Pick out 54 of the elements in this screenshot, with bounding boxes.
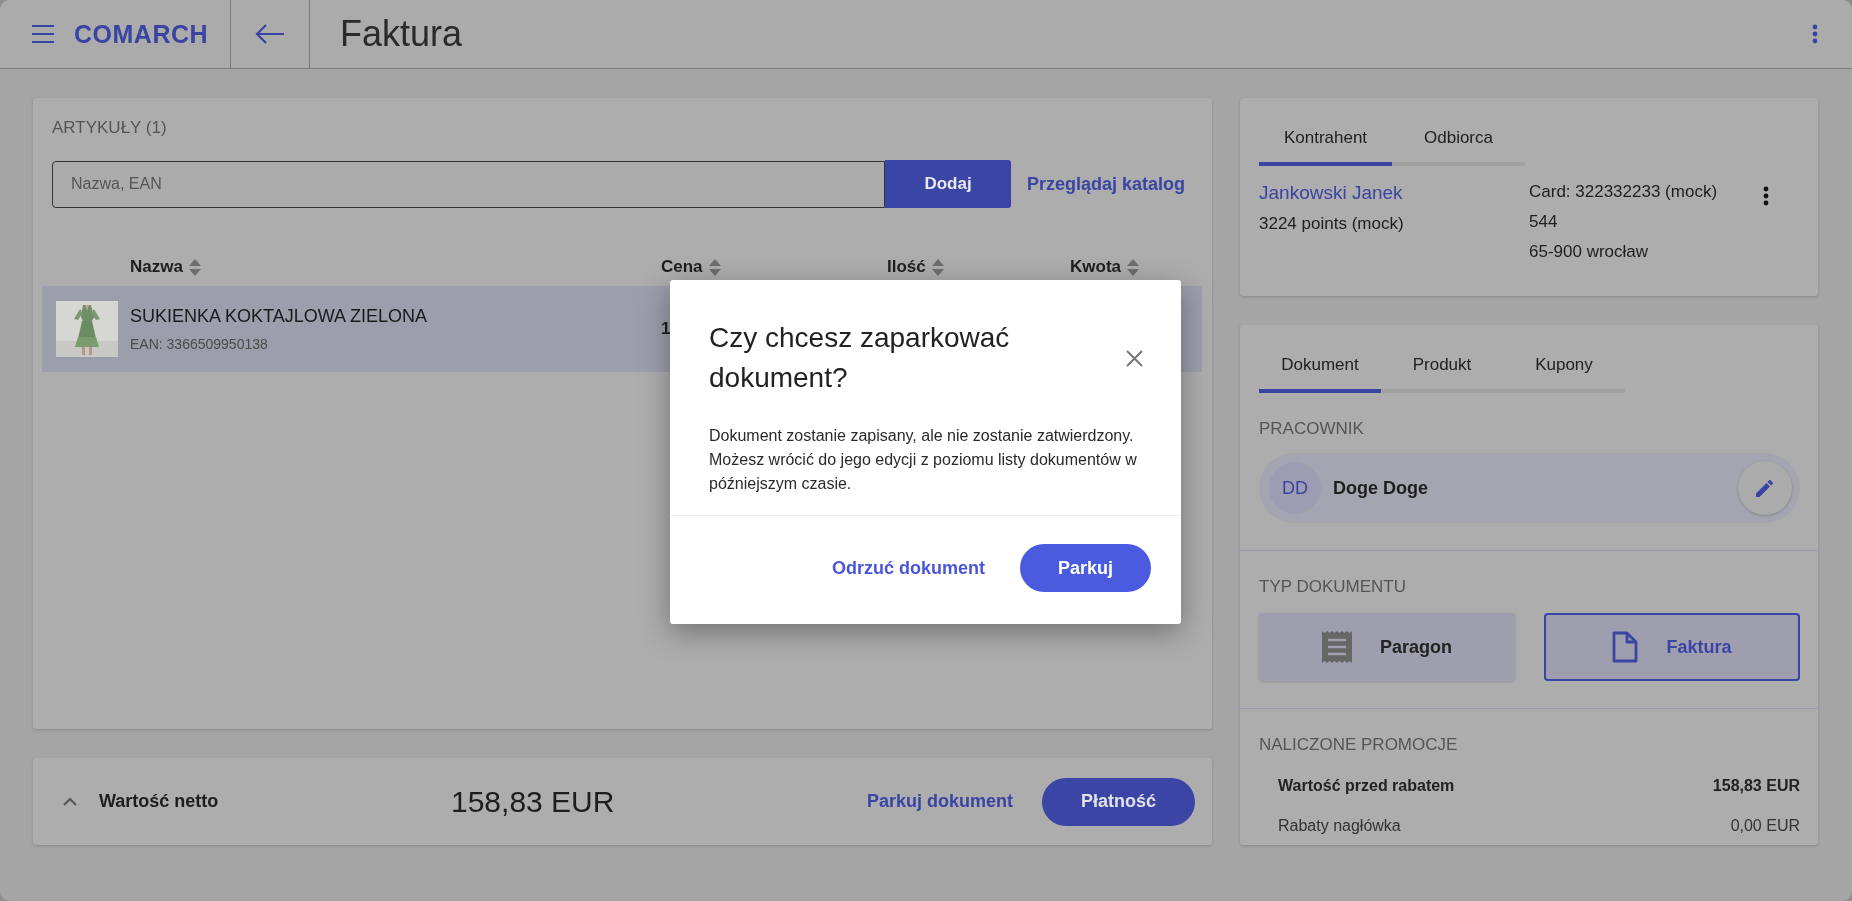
park-button[interactable]: Parkuj — [1020, 544, 1151, 592]
add-button[interactable]: Dodaj — [885, 160, 1011, 208]
promo-value: 158,83 EUR — [1712, 777, 1800, 795]
chevron-up-icon[interactable] — [63, 797, 77, 806]
edit-button[interactable] — [1738, 461, 1792, 515]
customer-detail: 65-900 wrocław — [1529, 242, 1650, 262]
customer-detail: Card: 322332233 (mock) — [1529, 182, 1718, 202]
tab[interactable]: Dokument — [1259, 345, 1381, 393]
receipt-icon — [1322, 631, 1352, 663]
promo-label: Rabaty nagłówka — [1278, 817, 1401, 835]
menu-icon[interactable] — [32, 25, 54, 43]
column-header[interactable]: Kwota — [1070, 257, 1121, 277]
section-heading: NALICZONE PROMOCJE — [1259, 735, 1459, 755]
tab[interactable]: Odbiorca — [1392, 118, 1525, 166]
promo-label: Wartość przed rabatem — [1278, 777, 1455, 795]
column-header[interactable]: Ilość — [887, 257, 926, 277]
customer-name-link[interactable]: Jankowski Janek — [1259, 182, 1529, 204]
pencil-icon — [1755, 478, 1775, 498]
tab[interactable]: Kontrahent — [1259, 118, 1392, 166]
tab[interactable]: Kupony — [1503, 345, 1625, 393]
net-total: 158,83 EUR — [451, 784, 616, 819]
payment-button[interactable]: Płatność — [1042, 777, 1195, 826]
park-document-link[interactable]: Parkuj dokument — [867, 791, 1014, 812]
back-icon[interactable] — [255, 24, 285, 44]
avatar: DD — [1269, 462, 1321, 514]
logo: COMARCH — [74, 19, 209, 49]
sort-icon[interactable] — [931, 258, 944, 276]
column-header[interactable]: Nazwa — [130, 257, 183, 277]
catalog-link[interactable]: Przeglądaj katalog — [1027, 173, 1186, 195]
document-icon — [1612, 631, 1639, 663]
employee-name: Doge Doge — [1333, 477, 1428, 499]
item-price: 1 — [661, 319, 671, 339]
promo-value: 0,00 EUR — [1730, 817, 1800, 835]
dialog-message: Dokument zostanie zapisany, ale nie zostanie zatwierdzony. Możesz wrócić do jego edycji z poziomu listy dokumentów w późniejszym czasie. — [709, 426, 1138, 494]
close-icon[interactable] — [1126, 349, 1143, 367]
sort-icon[interactable] — [188, 258, 201, 276]
item-ean: EAN: 3366509950138 — [130, 336, 269, 352]
section-heading: PRACOWNIK — [1259, 419, 1365, 439]
net-value-label: Wartość netto — [99, 791, 220, 812]
column-header[interactable]: Cena — [661, 257, 703, 277]
sort-icon[interactable] — [1127, 258, 1139, 276]
customer-detail: 544 — [1529, 212, 1559, 232]
page-title: Faktura — [340, 13, 463, 55]
search-field[interactable]: Nazwa, EAN — [52, 160, 885, 208]
customer-points: 3224 points (mock) — [1259, 214, 1405, 234]
section-heading: ARTYKUŁY (1) — [51, 118, 168, 138]
sort-icon[interactable] — [708, 258, 721, 276]
more-icon[interactable] — [1763, 186, 1769, 206]
document-type-button[interactable]: Paragon — [1259, 613, 1515, 681]
more-icon[interactable] — [1812, 24, 1818, 44]
tab[interactable]: Produkt — [1381, 345, 1503, 393]
discard-link[interactable]: Odrzuć dokument — [832, 557, 985, 579]
section-heading: TYP DOKUMENTU — [1259, 577, 1408, 597]
item-name: SUKIENKA KOKTAJLOWA ZIELONA — [130, 306, 429, 327]
